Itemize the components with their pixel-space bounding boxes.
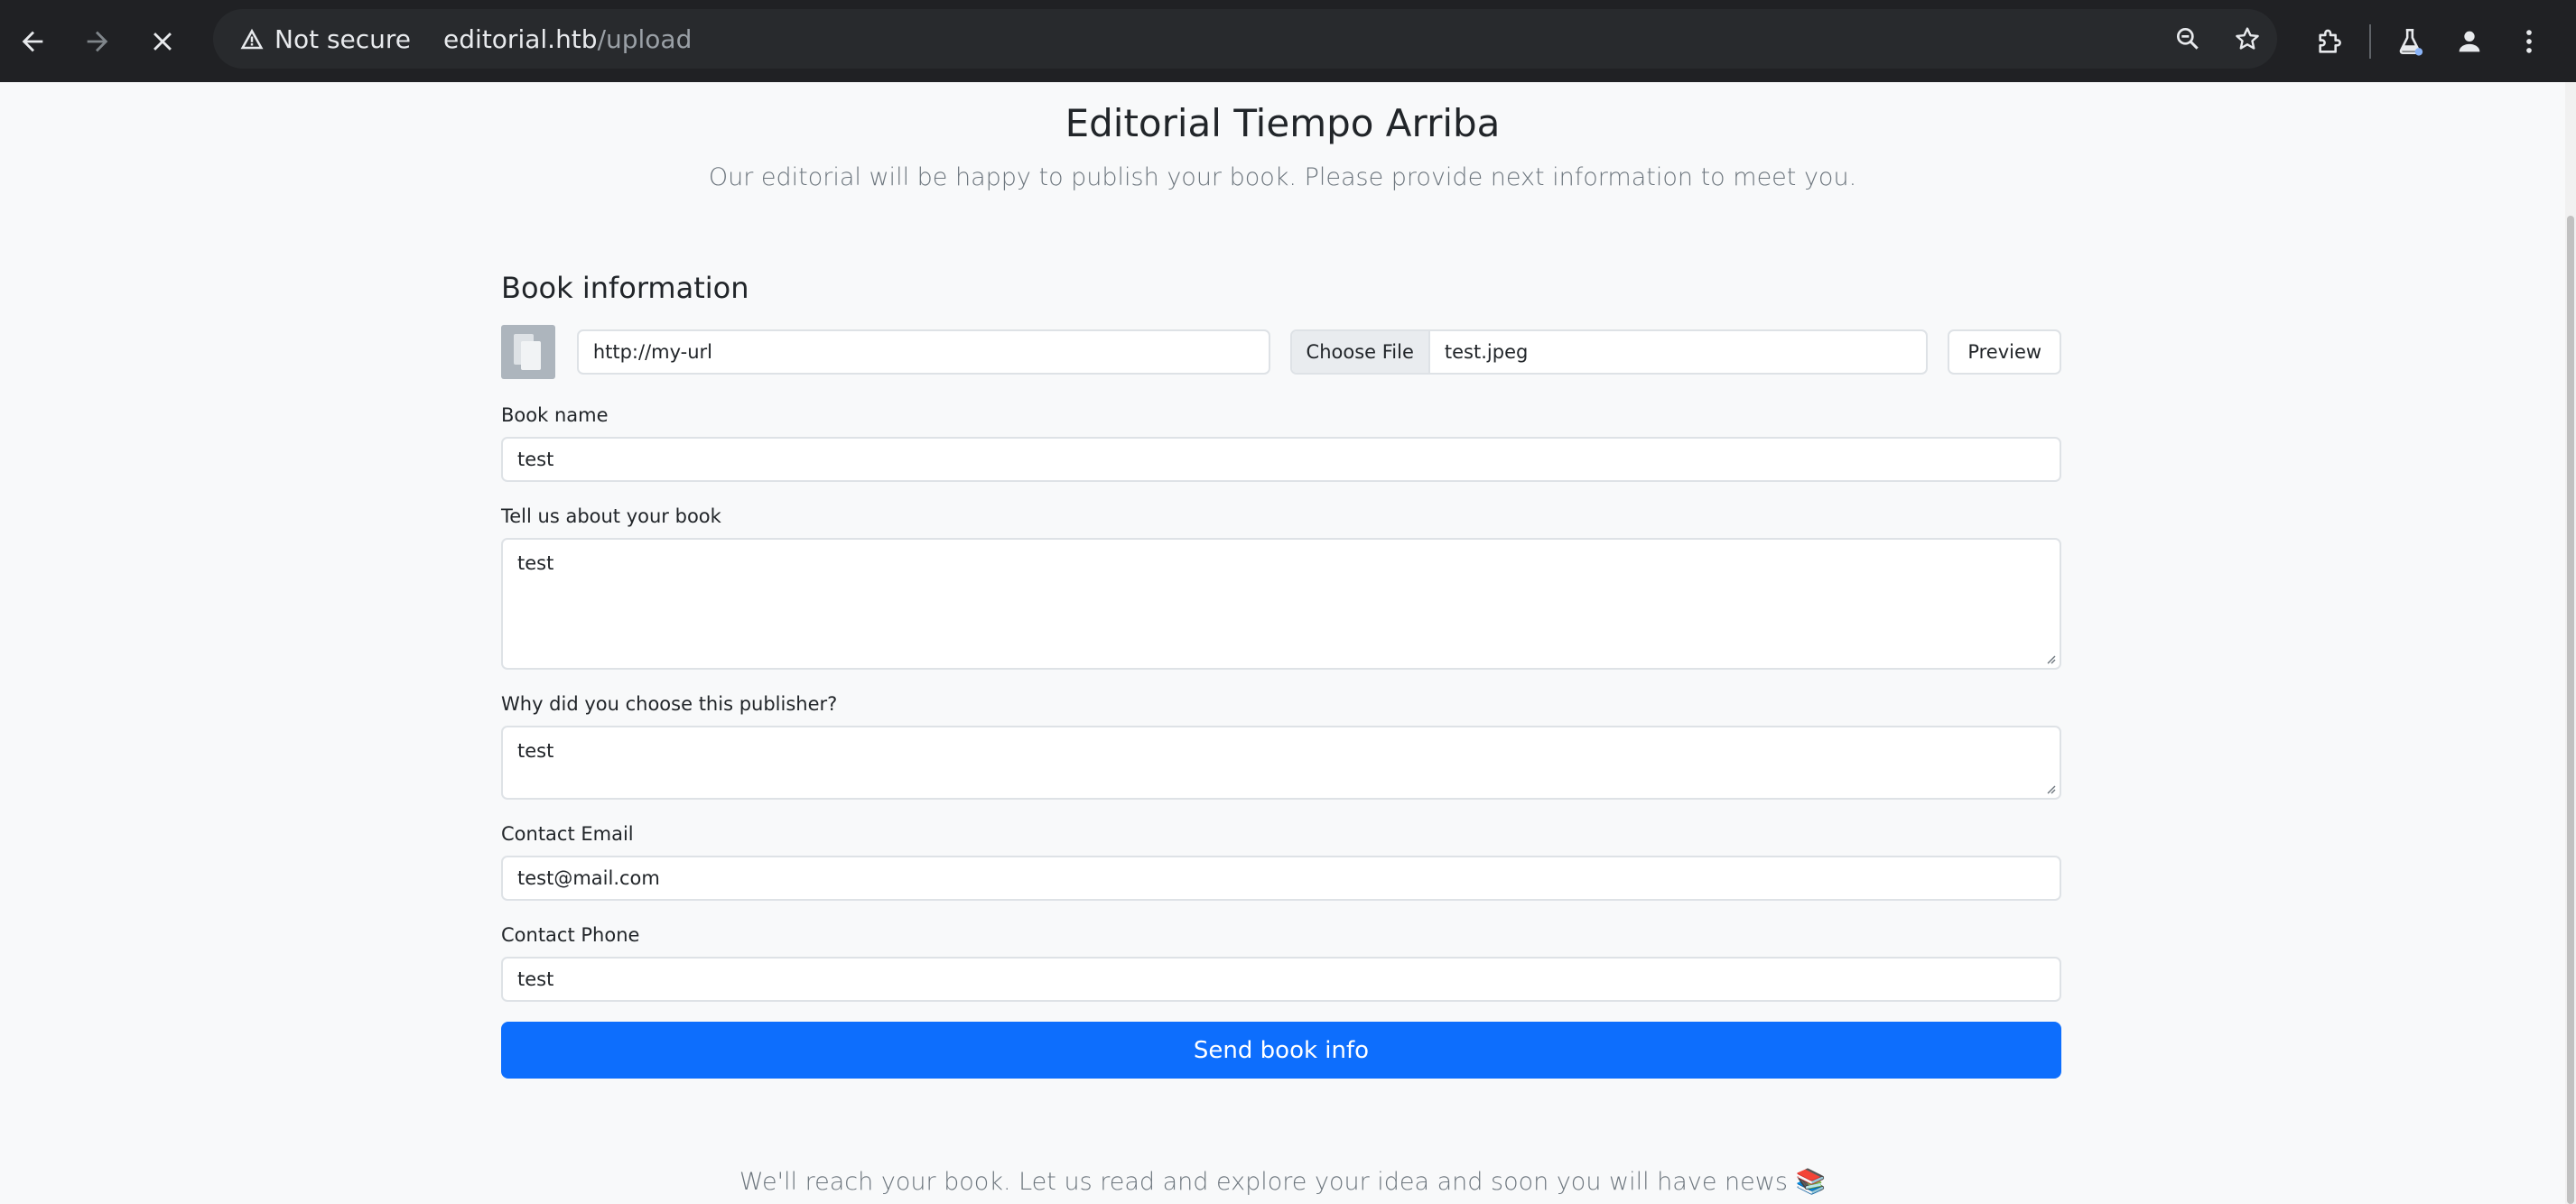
page-lead: Our editorial will be happy to publish y…	[708, 163, 1857, 191]
address-bar[interactable]: Not secure editorial.htb/upload	[213, 9, 2277, 69]
email-field: Contact Email test@mail.com	[501, 823, 2061, 901]
labs-button[interactable]	[2380, 0, 2440, 82]
footer-text: We'll reach your book. Let us read and e…	[739, 1168, 1827, 1196]
zoom-button[interactable]	[2158, 9, 2218, 69]
star-icon	[2236, 27, 2259, 50]
about-label: Tell us about your book	[501, 505, 721, 527]
cover-row: http://my-url Choose File test.jpeg Prev…	[501, 325, 2061, 379]
about-field: Tell us about your book test	[501, 505, 2061, 670]
why-text: test	[517, 740, 554, 762]
security-indicator[interactable]: Not secure	[226, 15, 425, 62]
page-scrollbar[interactable]	[2565, 82, 2576, 1204]
more-vert-icon	[2526, 29, 2532, 53]
back-button[interactable]	[0, 0, 65, 82]
book-name-field: Book name test	[501, 404, 2061, 482]
choose-file-button[interactable]: Choose File	[1291, 331, 1430, 373]
person-icon	[2459, 31, 2480, 51]
bookmark-button[interactable]	[2218, 9, 2277, 69]
menu-button[interactable]	[2499, 0, 2559, 82]
close-icon	[153, 32, 172, 51]
send-book-info-button[interactable]: Send book info	[501, 1022, 2061, 1079]
phone-input[interactable]: test	[501, 957, 2061, 1002]
forward-button[interactable]	[65, 0, 130, 82]
security-label: Not secure	[274, 23, 412, 54]
browser-toolbar: Not secure editorial.htb/upload	[0, 0, 2576, 82]
url-text[interactable]: editorial.htb/upload	[443, 24, 692, 54]
url-host: editorial.htb	[443, 23, 598, 54]
book-form: Book information http://my-url Choose Fi…	[501, 271, 2061, 1079]
warning-icon	[240, 28, 264, 50]
puzzle-icon	[2319, 29, 2341, 53]
why-label: Why did you choose this publisher?	[501, 693, 838, 715]
phone-field: Contact Phone test	[501, 924, 2061, 1002]
arrow-left-icon	[22, 31, 43, 51]
email-label: Contact Email	[501, 823, 634, 845]
email-input[interactable]: test@mail.com	[501, 856, 2061, 901]
cover-file-input[interactable]: Choose File test.jpeg	[1289, 329, 1929, 375]
cover-url-input[interactable]: http://my-url	[576, 329, 1270, 375]
arrow-right-icon	[87, 31, 108, 51]
preview-button[interactable]: Preview	[1948, 329, 2061, 375]
url-path: /upload	[597, 23, 693, 54]
resize-handle-icon[interactable]	[2043, 782, 2056, 794]
section-title: Book information	[501, 271, 749, 305]
phone-label: Contact Phone	[501, 924, 640, 946]
book-name-label: Book name	[501, 404, 609, 426]
flask-icon	[2399, 28, 2423, 56]
resize-handle-icon[interactable]	[2043, 652, 2056, 664]
file-name: test.jpeg	[1444, 341, 1529, 363]
about-textarea[interactable]: test	[501, 538, 2061, 670]
book-name-input[interactable]: test	[501, 437, 2061, 482]
page-title: Editorial Tiempo Arriba	[1065, 101, 1501, 145]
stop-loading-button[interactable]	[130, 0, 195, 82]
cover-preview-image	[501, 325, 555, 379]
toolbar-divider	[2369, 23, 2371, 59]
zoom-out-icon	[2177, 27, 2199, 50]
why-field: Why did you choose this publisher? test	[501, 693, 2061, 800]
profile-button[interactable]	[2440, 0, 2499, 82]
extensions-button[interactable]	[2301, 0, 2360, 82]
why-textarea[interactable]: test	[501, 726, 2061, 800]
scrollbar-thumb[interactable]	[2567, 216, 2574, 1204]
about-text: test	[517, 552, 554, 574]
